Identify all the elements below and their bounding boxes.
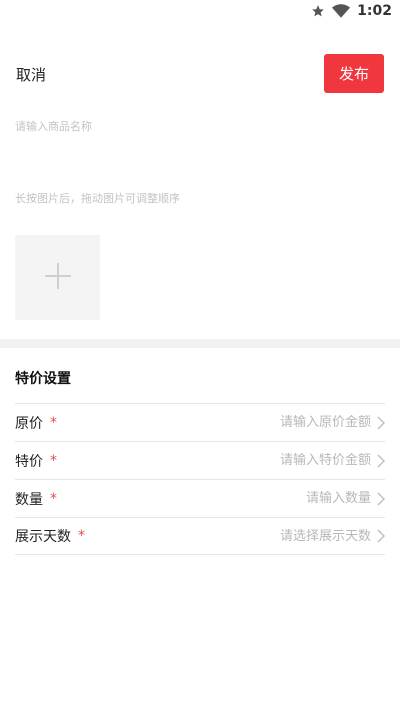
row-label: 特价 bbox=[15, 453, 43, 470]
quantity-input[interactable] bbox=[171, 491, 371, 506]
top-bar: 取消 发布 bbox=[0, 54, 400, 94]
chevron-right-icon bbox=[377, 453, 385, 468]
original-price-input[interactable] bbox=[171, 415, 371, 430]
form-row-quantity[interactable]: 数量 * bbox=[15, 479, 385, 517]
special-price-form: 原价 * 特价 * 数量 * 展示天数 * bbox=[15, 403, 385, 555]
required-marker: * bbox=[78, 528, 85, 544]
chevron-right-icon bbox=[377, 529, 385, 543]
plus-icon bbox=[44, 262, 72, 294]
chevron-right-icon bbox=[377, 415, 385, 430]
star-icon bbox=[311, 4, 325, 18]
row-label: 展示天数 bbox=[15, 529, 71, 545]
cancel-button[interactable]: 取消 bbox=[16, 64, 46, 85]
image-order-hint: 长按图片后，拖动图片可调整顺序 bbox=[15, 192, 180, 205]
required-marker: * bbox=[50, 490, 57, 507]
wifi-icon bbox=[332, 4, 351, 18]
status-time: 1:02 bbox=[357, 3, 392, 19]
form-row-display-days[interactable]: 展示天数 * bbox=[15, 517, 385, 555]
publish-button[interactable]: 发布 bbox=[324, 54, 384, 93]
display-days-select[interactable] bbox=[171, 528, 371, 544]
required-marker: * bbox=[50, 452, 57, 469]
form-row-original-price[interactable]: 原价 * bbox=[15, 403, 385, 441]
special-price-input[interactable] bbox=[171, 453, 371, 468]
required-marker: * bbox=[50, 414, 57, 431]
product-name-input[interactable] bbox=[15, 116, 385, 136]
status-bar: 1:02 bbox=[0, 0, 400, 24]
form-row-special-price[interactable]: 特价 * bbox=[15, 441, 385, 479]
add-photo-button[interactable] bbox=[15, 235, 100, 320]
section-divider bbox=[0, 339, 400, 348]
chevron-right-icon bbox=[377, 491, 385, 506]
row-label: 原价 bbox=[15, 415, 43, 432]
section-title: 特价设置 bbox=[15, 371, 71, 387]
status-icons: 1:02 bbox=[311, 3, 392, 19]
row-label: 数量 bbox=[15, 491, 43, 508]
